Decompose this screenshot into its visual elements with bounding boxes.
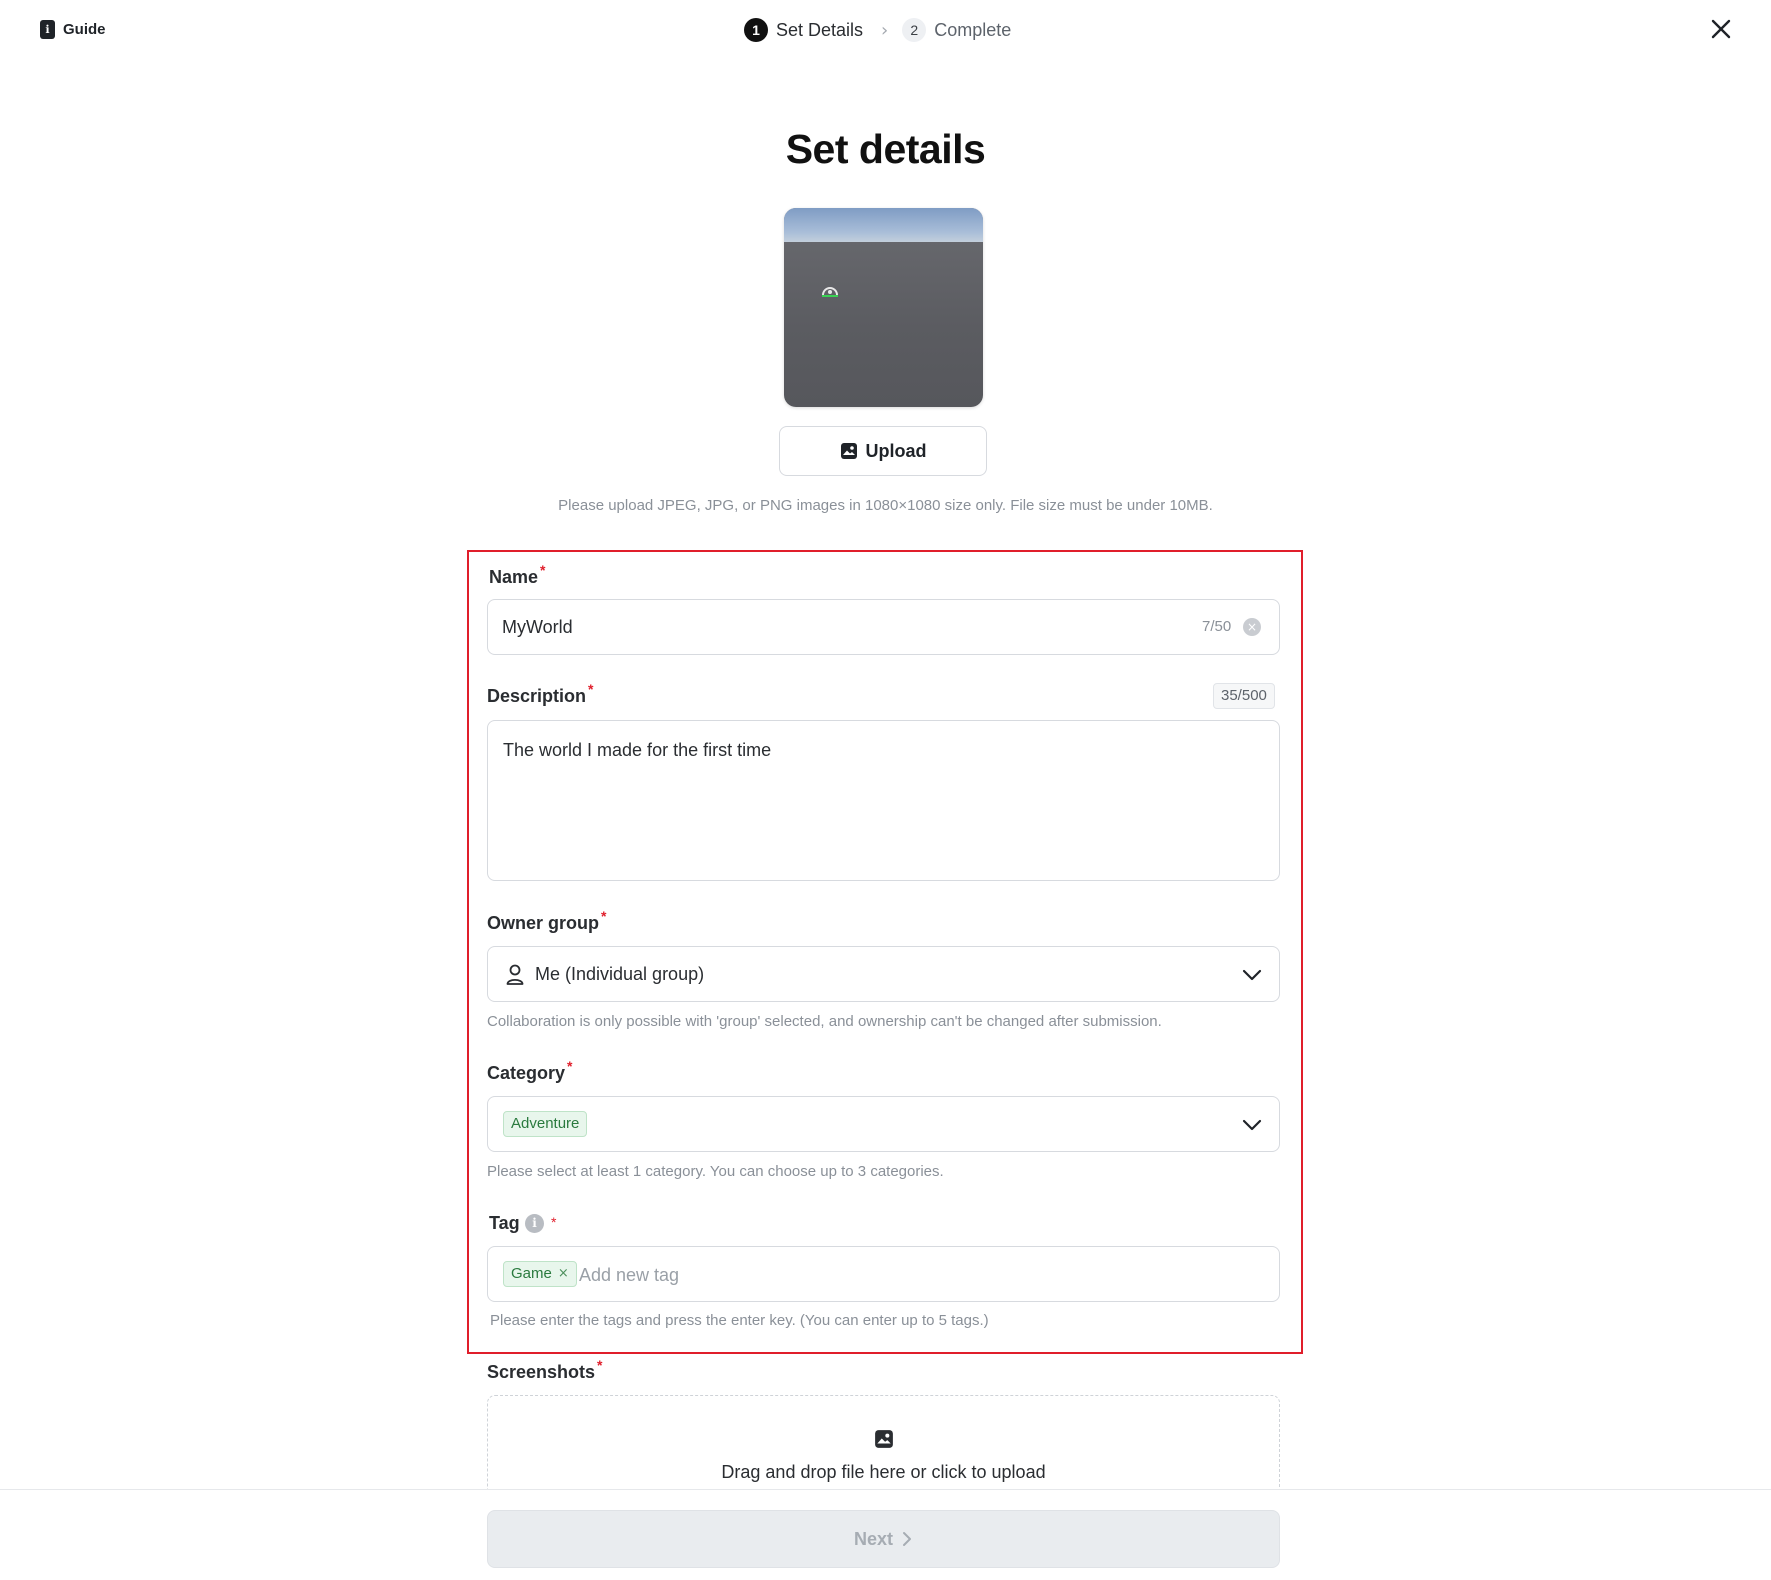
upload-button[interactable]: Upload [779,426,987,476]
required-mark: * [601,908,607,924]
chevron-down-icon[interactable] [1241,964,1263,986]
owner-group-select[interactable]: Me (Individual group) [487,946,1280,1002]
category-hint: Please select at least 1 category. You c… [487,1163,944,1180]
guide-book-icon: ℹ [40,20,55,39]
description-label: Description * [487,681,594,706]
required-mark: * [597,1357,603,1373]
category-chip: Adventure [503,1111,588,1137]
upload-hint: Please upload JPEG, JPG, or PNG images i… [558,497,1213,514]
name-counter: 7/50 [1202,618,1232,635]
required-mark: * [588,681,594,697]
name-field[interactable]: MyWorld 7/50 × [487,599,1280,655]
tag-chip: Game × [503,1261,577,1287]
chevron-right-icon: › [881,19,889,41]
description-counter: 35/500 [1213,683,1275,709]
tag-chip-label: Game [511,1265,552,1282]
next-button[interactable]: Next [487,1510,1280,1568]
required-mark: * [551,1214,557,1230]
close-icon [1711,19,1731,39]
owner-group-selected: Me (Individual group) [535,964,705,984]
next-label: Next [853,1528,893,1549]
step-1-label: Set Details [776,19,864,40]
required-mark: * [567,1058,573,1074]
image-upload-icon [875,1430,893,1448]
name-input-value[interactable]: MyWorld [502,617,573,638]
screenshots-label: Screenshots * [487,1357,603,1382]
chevron-right-icon [903,1532,911,1546]
page-title: Set details [785,126,986,172]
step-2-label: Complete [934,19,1012,40]
info-icon[interactable]: i [525,1214,544,1233]
thumbnail-sky [784,208,983,242]
dropzone-text: Drag and drop file here or click to uplo… [721,1462,1046,1482]
category-select[interactable]: Adventure [487,1096,1280,1152]
remove-tag-icon[interactable]: × [558,1262,569,1286]
close-button[interactable] [1708,16,1734,42]
category-label: Category * [487,1058,573,1083]
owner-group-label: Owner group * [487,908,607,933]
step-2-number: 2 [902,18,927,42]
step-1-number: 1 [744,18,768,42]
tag-hint: Please enter the tags and press the ente… [490,1312,989,1329]
image-icon [840,443,857,459]
world-thumbnail [784,208,983,407]
tag-input[interactable] [579,1262,1239,1288]
description-textarea[interactable]: The world I made for the first time [487,720,1280,881]
guide-label: Guide [63,21,106,38]
user-icon [506,964,524,985]
description-value[interactable]: The world I made for the first time [503,740,771,761]
tag-label: Tag [489,1213,520,1233]
upload-label: Upload [865,440,927,461]
stepper: 1 Set Details › 2 Complete [744,17,1011,43]
spawn-marker-icon [822,287,838,297]
owner-group-hint: Collaboration is only possible with 'gro… [487,1013,1162,1030]
name-label: Name * [489,562,546,587]
guide-button[interactable]: ℹ Guide [40,20,106,39]
category-chip-label: Adventure [511,1115,580,1132]
required-mark: * [540,562,546,578]
clear-icon[interactable]: × [1243,618,1261,636]
chevron-down-icon[interactable] [1241,1114,1263,1136]
top-bar: ℹ Guide 1 Set Details › 2 Complete [0,0,1771,60]
